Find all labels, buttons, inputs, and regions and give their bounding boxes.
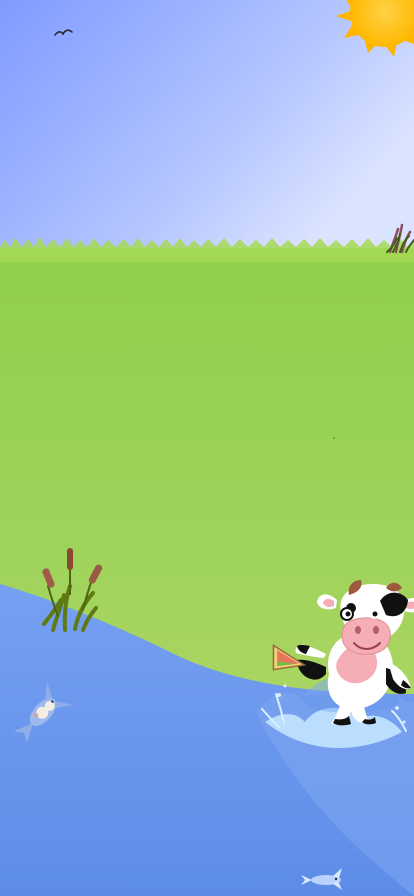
pond-scene-screen xyxy=(0,0,414,896)
grass-speck xyxy=(333,437,335,439)
pond-illustration xyxy=(0,0,414,896)
sky-background xyxy=(0,0,414,248)
